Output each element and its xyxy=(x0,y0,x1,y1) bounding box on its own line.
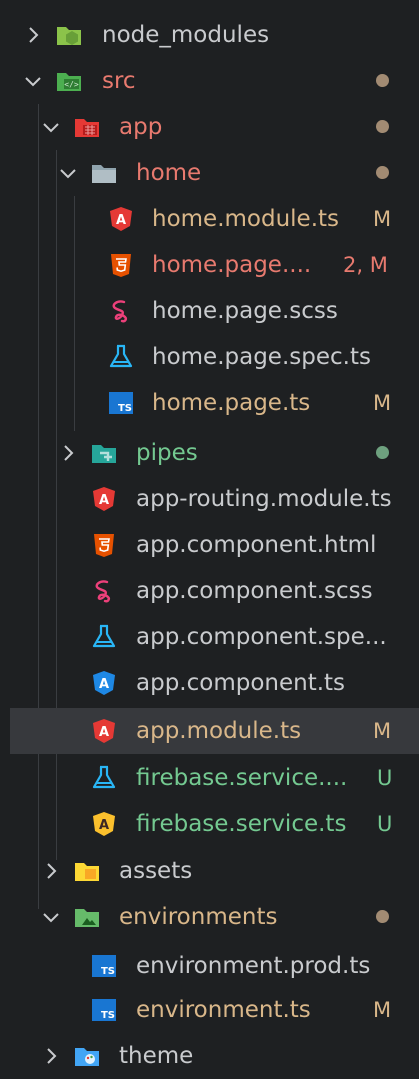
tree-item-label: app.component.spe... xyxy=(136,624,387,650)
html5-icon xyxy=(94,534,114,557)
tree-item-label: assets xyxy=(119,858,193,884)
chevron-down-icon xyxy=(43,123,59,133)
angular-icon: A xyxy=(93,719,115,743)
tree-item-label: environments xyxy=(119,904,278,930)
git-status-badge: U xyxy=(377,812,393,836)
tree-item-label: firebase.service.... xyxy=(136,765,348,791)
modified-dot xyxy=(376,910,389,923)
svg-text:A: A xyxy=(99,818,109,833)
typescript-icon: TS xyxy=(109,392,133,414)
chevron-right-icon xyxy=(47,863,57,879)
tree-folder-app[interactable]: app xyxy=(0,104,419,150)
tree-file-home-page-html[interactable]: home.page.... 2, M xyxy=(0,242,419,288)
tree-file-home-module-ts[interactable]: A home.module.ts M xyxy=(0,196,419,242)
tree-item-label: app xyxy=(119,114,163,140)
tree-item-label: app.component.html xyxy=(136,532,377,558)
svg-text:</>: </> xyxy=(64,80,79,89)
tree-file-app-routing-module-ts[interactable]: A app-routing.module.ts xyxy=(0,476,419,522)
folder-environments-icon xyxy=(75,909,99,927)
file-explorer-tree: node_modules </> src app home A home.mod… xyxy=(0,0,419,1070)
tree-file-app-component-ts[interactable]: A app.component.ts xyxy=(0,660,419,706)
tree-file-app-component-scss[interactable]: app.component.scss xyxy=(0,568,419,614)
test-flask-icon xyxy=(109,344,133,368)
tree-folder-theme[interactable]: theme xyxy=(0,1033,419,1079)
tree-item-label: home.module.ts xyxy=(152,206,340,232)
chevron-down-icon xyxy=(60,169,76,179)
tree-folder-environments[interactable]: environments xyxy=(0,894,419,940)
tree-item-label: home.page.ts xyxy=(152,390,311,416)
svg-text:A: A xyxy=(116,213,126,228)
angular-icon: A xyxy=(110,207,132,231)
tree-item-label: pipes xyxy=(136,440,198,466)
typescript-icon: TS xyxy=(92,999,116,1021)
git-status-badge: M xyxy=(373,719,392,743)
chevron-down-icon xyxy=(25,77,41,87)
folder-assets-icon xyxy=(75,863,99,881)
folder-pipes-icon xyxy=(92,445,116,463)
git-status-badge: U xyxy=(377,766,393,790)
tree-folder-pipes[interactable]: pipes xyxy=(0,430,419,476)
folder-src-icon: </> xyxy=(57,73,81,91)
tree-item-label: environment.ts xyxy=(136,997,311,1023)
chevron-down-icon xyxy=(43,913,59,923)
svg-text:A: A xyxy=(99,677,109,692)
tree-item-label: app.component.scss xyxy=(136,578,373,604)
tree-item-label: app-routing.module.ts xyxy=(136,486,392,512)
tree-item-label: theme xyxy=(119,1043,194,1069)
folder-node-icon xyxy=(57,27,81,45)
tree-file-app-component-html[interactable]: app.component.html xyxy=(0,522,419,568)
tree-item-label: firebase.service.ts xyxy=(136,811,347,837)
test-flask-icon xyxy=(92,624,116,648)
tree-folder-src[interactable]: </> src xyxy=(0,58,419,104)
test-flask-icon xyxy=(92,765,116,789)
svg-text:TS: TS xyxy=(101,966,115,977)
tree-folder-node-modules[interactable]: node_modules xyxy=(0,12,419,58)
tree-item-label: app.module.ts xyxy=(136,718,302,744)
tree-item-label: node_modules xyxy=(102,22,270,48)
angular-component-icon: A xyxy=(93,671,115,695)
tree-item-label: home.page.scss xyxy=(152,298,338,324)
tree-folder-home[interactable]: home xyxy=(0,150,419,196)
sass-icon xyxy=(95,580,110,603)
sass-icon xyxy=(112,300,127,323)
tree-file-home-page-ts[interactable]: TS home.page.ts M xyxy=(0,380,419,426)
tree-item-label: environment.prod.ts xyxy=(136,953,371,979)
chevron-right-icon xyxy=(47,1048,57,1064)
tree-file-environment-ts[interactable]: TS environment.ts M xyxy=(0,987,419,1033)
tree-file-home-page-scss[interactable]: home.page.scss xyxy=(0,288,419,334)
svg-text:TS: TS xyxy=(118,403,132,414)
tree-file-app-module-ts[interactable]: A app.module.ts M xyxy=(10,708,419,754)
tree-item-label: home xyxy=(136,160,202,186)
tree-item-label: app.component.ts xyxy=(136,670,346,696)
tree-file-environment-prod-ts[interactable]: TS environment.prod.ts xyxy=(0,943,419,989)
git-status-badge: 2, M xyxy=(343,253,388,277)
git-status-badge: M xyxy=(373,998,392,1022)
git-status-badge: M xyxy=(373,391,392,415)
svg-text:A: A xyxy=(99,725,109,740)
tree-item-label: home.page.spec.ts xyxy=(152,344,371,370)
html5-icon xyxy=(111,254,131,277)
modified-dot xyxy=(376,166,389,179)
tree-file-home-page-spec-ts[interactable]: home.page.spec.ts xyxy=(0,334,419,380)
tree-folder-assets[interactable]: assets xyxy=(0,848,419,894)
chevron-right-icon xyxy=(64,445,74,461)
git-status-badge: M xyxy=(373,207,392,231)
angular-icon: A xyxy=(93,487,115,511)
folder-theme-icon xyxy=(75,1048,99,1066)
folder-home-icon xyxy=(92,165,116,183)
chevron-right-icon xyxy=(29,27,39,43)
angular-service-icon: A xyxy=(93,812,115,836)
modified-dot xyxy=(376,120,389,133)
untracked-dot xyxy=(376,446,389,459)
tree-file-app-component-spec-ts[interactable]: app.component.spe... xyxy=(0,614,419,660)
typescript-icon: TS xyxy=(92,955,116,977)
tree-file-firebase-service-spec[interactable]: firebase.service.... U xyxy=(0,755,419,801)
modified-dot xyxy=(376,74,389,87)
folder-app-icon xyxy=(75,119,99,137)
svg-text:TS: TS xyxy=(101,1010,115,1021)
tree-file-firebase-service-ts[interactable]: A firebase.service.ts U xyxy=(0,801,419,847)
svg-text:A: A xyxy=(99,493,109,508)
tree-item-label: src xyxy=(102,68,136,94)
tree-item-label: home.page.... xyxy=(152,252,312,278)
